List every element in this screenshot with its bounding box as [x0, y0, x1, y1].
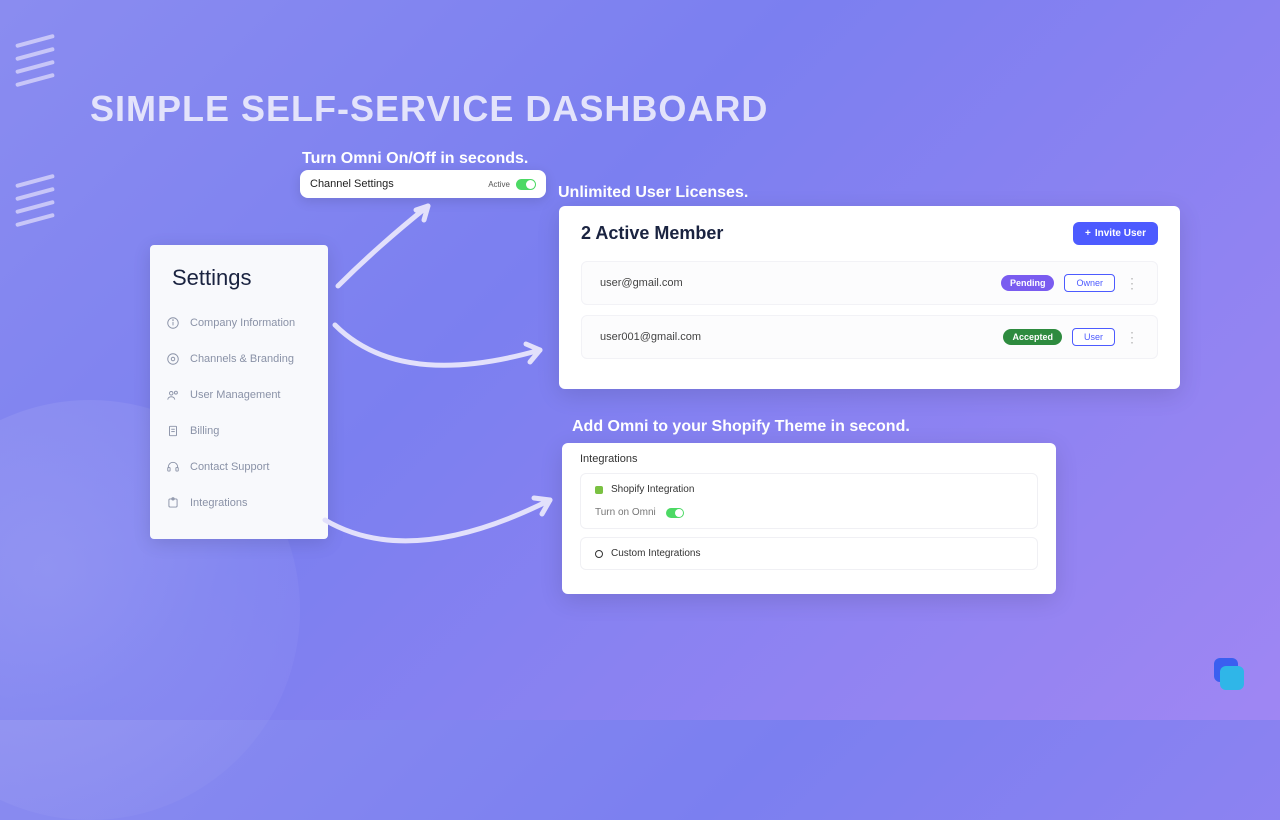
invite-user-button[interactable]: + Invite User — [1073, 222, 1158, 245]
settings-title: Settings — [150, 259, 328, 305]
info-icon — [166, 316, 180, 330]
settings-item-label: User Management — [190, 389, 281, 401]
kebab-icon[interactable]: ⋮ — [1125, 329, 1139, 346]
page-headline: SIMPLE SELF-SERVICE DASHBOARD — [90, 88, 768, 130]
kebab-icon[interactable]: ⋮ — [1125, 275, 1139, 292]
settings-item-label: Contact Support — [190, 461, 270, 473]
decorative-arrow — [320, 490, 560, 575]
member-status-badge: Accepted — [1003, 329, 1062, 345]
settings-item-support[interactable]: Contact Support — [150, 449, 328, 485]
settings-item-channels[interactable]: Channels & Branding — [150, 341, 328, 377]
turn-on-omni-label: Turn on Omni — [595, 507, 656, 518]
integrations-title: Integrations — [580, 453, 1038, 465]
settings-item-billing[interactable]: Billing — [150, 413, 328, 449]
users-icon — [166, 388, 180, 402]
receipt-icon — [166, 424, 180, 438]
settings-item-users[interactable]: User Management — [150, 377, 328, 413]
custom-integrations-label: Custom Integrations — [611, 548, 701, 559]
settings-panel: Settings Company Information Channels & … — [150, 245, 328, 539]
members-title: 2 Active Member — [581, 223, 723, 244]
settings-item-label: Company Information — [190, 317, 295, 329]
member-email: user@gmail.com — [600, 277, 683, 289]
channel-settings-label: Channel Settings — [310, 178, 394, 190]
member-row: user@gmail.com Pending Owner ⋮ — [581, 261, 1158, 305]
headset-icon — [166, 460, 180, 474]
integrations-card: Integrations Shopify Integration Turn on… — [562, 443, 1056, 594]
shopify-icon — [595, 486, 603, 494]
caption-shopify: Add Omni to your Shopify Theme in second… — [572, 418, 910, 436]
settings-item-label: Integrations — [190, 497, 247, 509]
globe-icon — [595, 550, 603, 558]
member-email: user001@gmail.com — [600, 331, 701, 343]
shopify-integration-section: Shopify Integration Turn on Omni — [580, 473, 1038, 529]
member-role-pill[interactable]: Owner — [1064, 274, 1115, 292]
invite-user-label: Invite User — [1095, 228, 1146, 239]
channel-active-toggle[interactable] — [516, 179, 536, 190]
member-status-badge: Pending — [1001, 275, 1055, 291]
member-row: user001@gmail.com Accepted User ⋮ — [581, 315, 1158, 359]
plus-icon: + — [1085, 228, 1091, 239]
decorative-arrow — [330, 320, 550, 405]
settings-item-company[interactable]: Company Information — [150, 305, 328, 341]
settings-item-integrations[interactable]: Integrations — [150, 485, 328, 521]
puzzle-icon — [166, 496, 180, 510]
members-card: 2 Active Member + Invite User user@gmail… — [559, 206, 1180, 389]
eye-icon — [166, 352, 180, 366]
shopify-integration-label: Shopify Integration — [611, 484, 694, 495]
brand-logo-icon — [1208, 656, 1248, 696]
settings-item-label: Billing — [190, 425, 219, 437]
settings-item-label: Channels & Branding — [190, 353, 294, 365]
decorative-arrow — [328, 196, 458, 301]
caption-licenses: Unlimited User Licenses. — [558, 184, 748, 202]
custom-integrations-section[interactable]: Custom Integrations — [580, 537, 1038, 570]
member-role-pill[interactable]: User — [1072, 328, 1115, 346]
channel-status-text: Active — [488, 180, 510, 189]
channel-settings-card: Channel Settings Active — [300, 170, 546, 198]
turn-on-omni-toggle[interactable] — [666, 508, 684, 518]
caption-toggle: Turn Omni On/Off in seconds. — [302, 150, 528, 168]
